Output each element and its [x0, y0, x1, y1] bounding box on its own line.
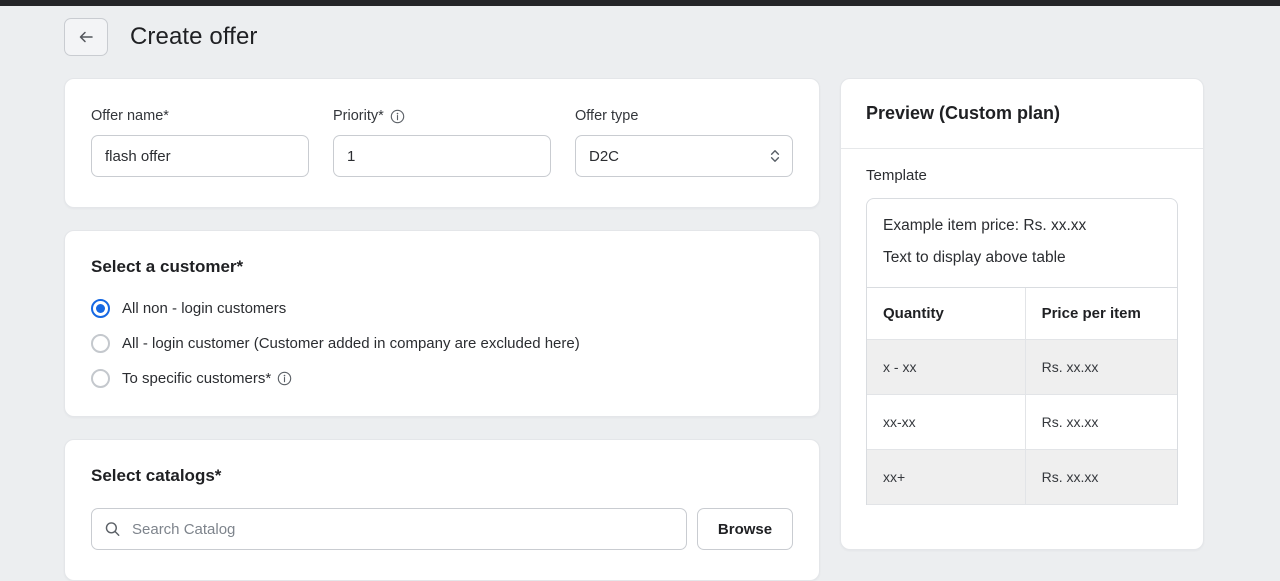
page-header: Create offer	[0, 6, 1280, 68]
back-button[interactable]	[64, 18, 108, 56]
offer-details-card: Offer name* Priority*	[64, 78, 820, 208]
cell-quantity: xx+	[867, 449, 1026, 505]
radio-label-text: All non - login customers	[122, 300, 287, 317]
radio-indicator[interactable]	[91, 369, 110, 388]
radio-label-text: To specific customers*	[122, 370, 272, 387]
cell-price: Rs. xx.xx	[1024, 449, 1177, 505]
offer-type-label: Offer type	[575, 107, 793, 125]
page-root: Create offer Offer name* Priority*	[0, 6, 1280, 581]
cell-price: Rs. xx.xx	[1024, 394, 1177, 450]
column-header-quantity: Quantity	[867, 287, 1026, 340]
template-label: Template	[866, 167, 927, 184]
template-preview-box: Example item price: Rs. xx.xx Text to di…	[866, 198, 1178, 505]
priority-input[interactable]	[333, 135, 551, 177]
preview-header: Preview (Custom plan)	[841, 79, 1203, 149]
offer-name-label-text: Offer name*	[91, 108, 169, 124]
select-customer-title: Select a customer*	[91, 257, 244, 276]
page-title: Create offer	[130, 23, 258, 50]
radio-option-all-login[interactable]: All - login customer (Customer added in …	[91, 334, 793, 353]
template-line-2: Text to display above table	[883, 249, 1066, 266]
radio-option-all-non-login[interactable]: All non - login customers	[91, 299, 793, 318]
offer-type-label-text: Offer type	[575, 108, 639, 124]
cell-quantity: x - xx	[867, 339, 1026, 395]
preview-panel: Preview (Custom plan) Template Example i…	[840, 78, 1204, 550]
offer-name-label: Offer name*	[91, 107, 309, 125]
radio-label: All - login customer (Customer added in …	[122, 335, 580, 352]
template-text-block: Example item price: Rs. xx.xx Text to di…	[867, 199, 1177, 287]
table-row: xx-xx Rs. xx.xx	[867, 394, 1177, 450]
table-row: xx+ Rs. xx.xx	[867, 449, 1177, 505]
preview-table: Quantity Price per item x - xx Rs. xx.xx…	[867, 287, 1177, 505]
priority-field-group: Priority*	[333, 107, 551, 177]
cell-quantity: xx-xx	[867, 394, 1026, 450]
select-catalogs-card: Select catalogs* Browse	[64, 439, 820, 581]
radio-indicator[interactable]	[91, 299, 110, 318]
offer-type-field-group: Offer type D2C	[575, 107, 793, 177]
table-row: x - xx Rs. xx.xx	[867, 339, 1177, 395]
offer-name-input[interactable]	[91, 135, 309, 177]
arrow-left-icon	[77, 28, 95, 46]
left-column: Offer name* Priority*	[64, 78, 820, 581]
priority-label: Priority*	[333, 107, 551, 125]
cell-price: Rs. xx.xx	[1024, 339, 1177, 395]
info-icon[interactable]	[277, 371, 292, 386]
preview-body: Template Example item price: Rs. xx.xx T…	[841, 149, 1203, 505]
radio-indicator[interactable]	[91, 334, 110, 353]
template-line-1: Example item price: Rs. xx.xx	[883, 217, 1087, 234]
offer-type-select-wrap: D2C	[575, 135, 793, 177]
offer-type-selected-value: D2C	[589, 147, 620, 165]
offer-type-select[interactable]: D2C	[575, 135, 793, 177]
radio-label: All non - login customers	[122, 300, 286, 317]
radio-label-text: All - login customer (Customer added in …	[122, 335, 580, 352]
info-icon[interactable]	[390, 109, 405, 124]
offer-name-field-group: Offer name*	[91, 107, 309, 177]
radio-label: To specific customers*	[122, 370, 292, 387]
priority-label-text: Priority*	[333, 108, 384, 124]
column-header-price: Price per item	[1024, 287, 1177, 340]
select-customer-card: Select a customer* All non - login custo…	[64, 230, 820, 417]
radio-option-specific-customers[interactable]: To specific customers*	[91, 369, 793, 388]
preview-title: Preview (Custom plan)	[866, 103, 1061, 123]
table-header-row: Quantity Price per item	[867, 287, 1177, 340]
select-catalogs-title: Select catalogs*	[91, 466, 222, 485]
